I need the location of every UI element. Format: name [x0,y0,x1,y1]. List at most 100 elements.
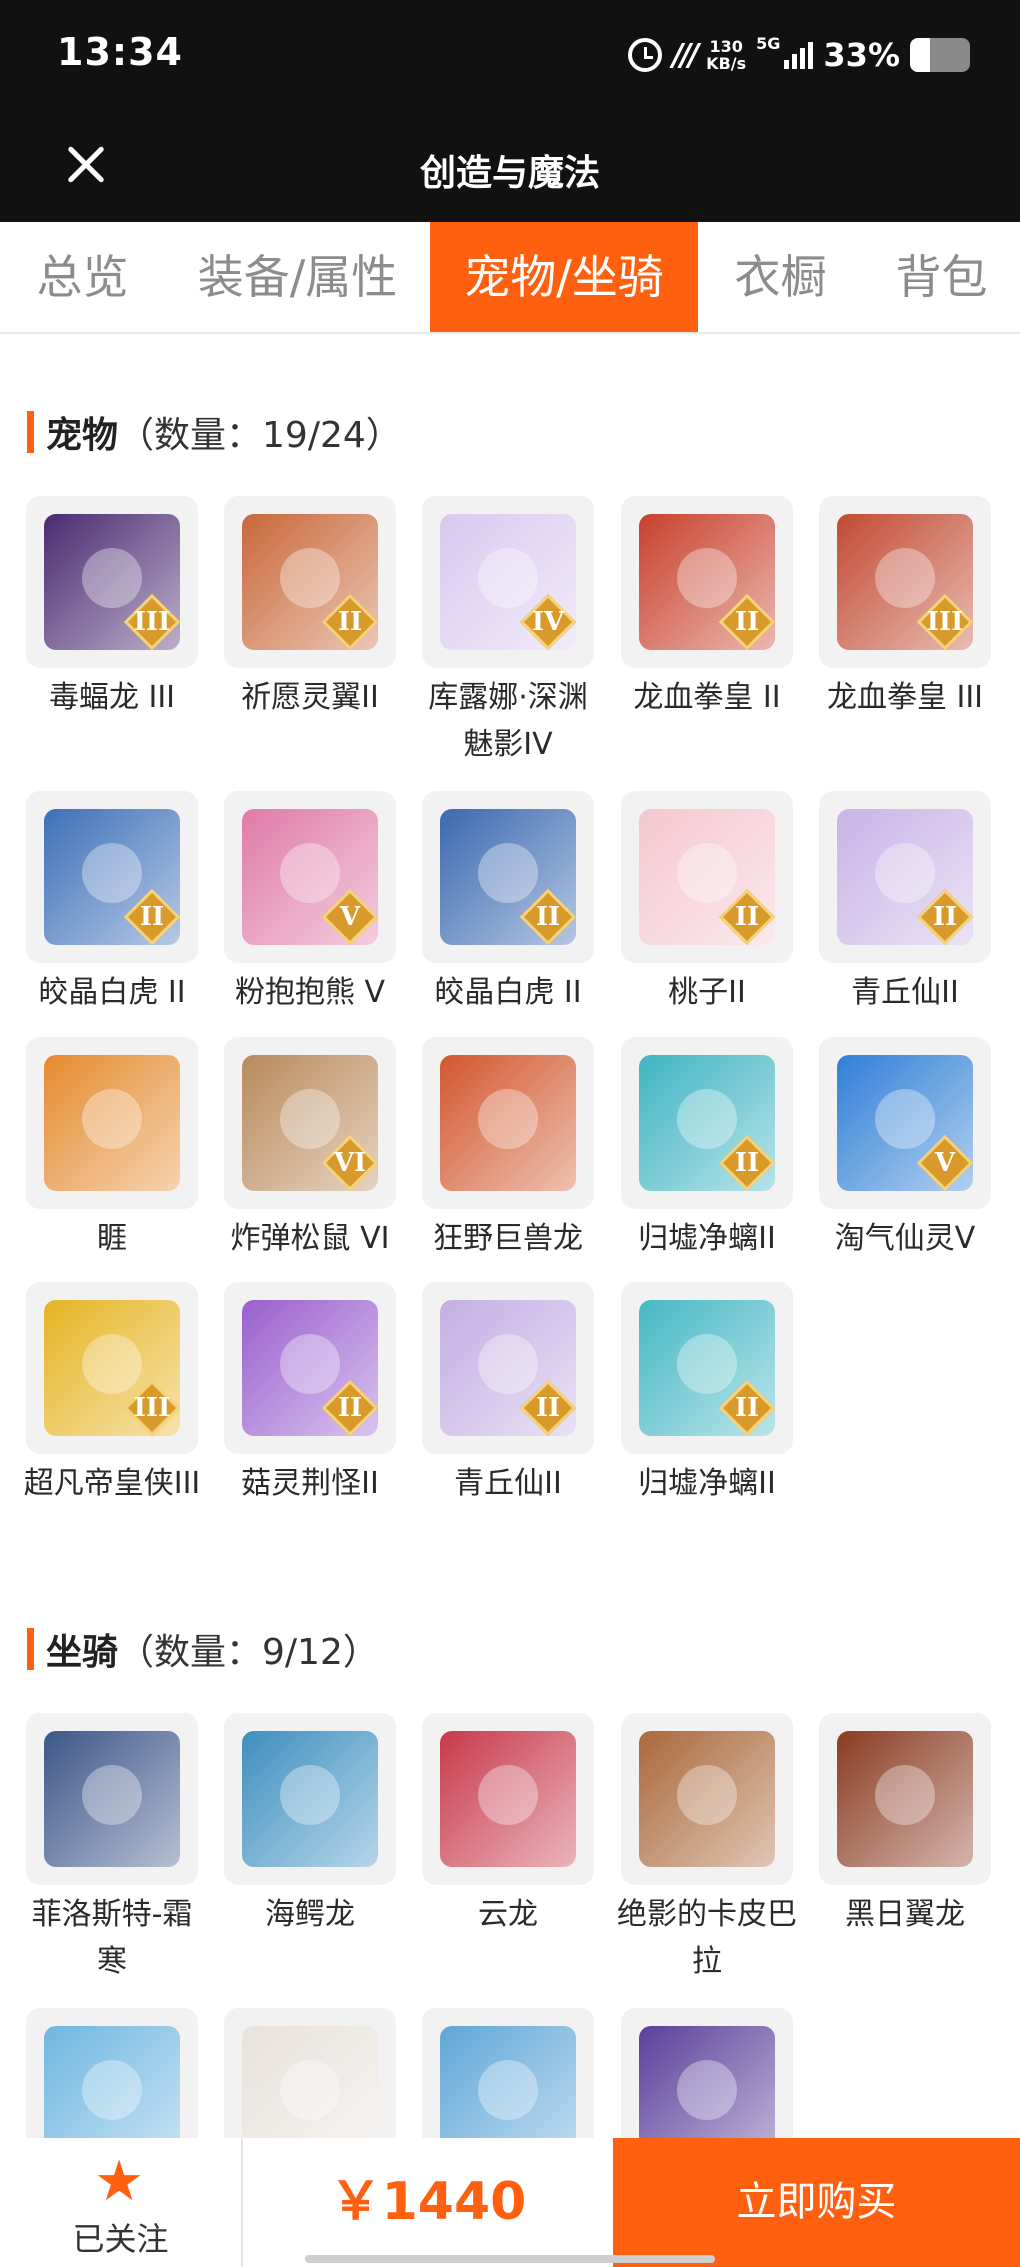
status-time: 13:34 [57,30,183,74]
tier-badge-icon: II [321,593,379,651]
mount-thumbnail [224,1713,396,1885]
pet-card[interactable]: V 淘气仙灵V [815,1037,995,1262]
nav-bar: 创造与魔法 [0,110,1020,222]
mount-image [44,1731,180,1867]
follow-button[interactable]: ★ 已关注 [0,2138,243,2267]
pet-card[interactable]: II 皎晶白虎 II [418,791,598,1016]
mount-thumbnail [422,1713,594,1885]
pet-image-highlight [82,1089,142,1149]
pet-name: 祈愿灵翼II [241,680,379,715]
section-marker [27,1628,34,1670]
mounts-section-title: 坐骑 （数量：9/12） [27,1626,379,1673]
mount-image-highlight [677,1765,737,1825]
pet-name: 炸弹松鼠 VI [230,1221,390,1256]
section-marker [27,411,34,453]
pet-thumbnail: III [26,496,198,668]
pet-card[interactable]: VI 炸弹松鼠 VI [220,1037,400,1262]
mount-card[interactable]: 菲洛斯特-霜寒 [22,1713,202,1985]
pet-card[interactable]: V 粉抱抱熊 V [220,791,400,1016]
pets-count: （数量：19/24） [118,415,402,456]
mount-card[interactable]: 海鳄龙 [220,1713,400,1938]
tier-numeral: V [934,1148,956,1178]
mount-image-highlight [82,1765,142,1825]
mounts-count: （数量：9/12） [118,1632,379,1673]
tier-numeral: V [339,902,361,932]
pet-image-highlight [478,1089,538,1149]
mount-image [242,1731,378,1867]
network-speed: 130 KB/s [706,38,746,72]
tab-wardrobe[interactable]: 衣橱 [698,222,863,332]
mount-thumbnail [819,1713,991,1885]
home-indicator [305,2255,715,2263]
tab-pets-mounts[interactable]: 宠物/坐骑 [430,222,698,332]
mount-card[interactable]: 云龙 [418,1713,598,1938]
pet-thumbnail: V [224,791,396,963]
pet-card[interactable]: II 皎晶白虎 II [22,791,202,1016]
tab-backpack[interactable]: 背包 [863,222,1020,332]
pet-card[interactable]: II 青丘仙II [418,1282,598,1507]
mount-image [639,1731,775,1867]
tier-badge-icon: II [718,1379,776,1437]
tier-badge-icon: II [519,1379,577,1437]
tier-numeral: IV [531,607,565,637]
pet-thumbnail: IV [422,496,594,668]
pet-name: 青丘仙II [851,975,959,1010]
pet-name: 龙血拳皇 II [633,680,781,715]
pet-name: 超凡帝皇侠III [23,1466,201,1501]
pet-name: 狂野巨兽龙 [433,1221,583,1256]
tier-badge-icon: II [321,1379,379,1437]
pet-card[interactable]: II 龙血拳皇 II [617,496,797,721]
tier-numeral: II [535,1393,561,1423]
pet-name: 淘气仙灵V [834,1221,976,1256]
mount-name: 绝影的卡皮巴拉 [617,1897,797,1979]
pet-thumbnail: II [819,791,991,963]
tier-badge-icon: IV [519,593,577,651]
pet-name: 皎晶白虎 II [38,975,186,1010]
pet-card[interactable]: II 桃子II [617,791,797,1016]
pets-section-title: 宠物 （数量：19/24） [27,409,402,456]
tab-overview[interactable]: 总览 [0,222,165,332]
pet-name: 粉抱抱熊 V [234,975,386,1010]
pet-card[interactable]: III 超凡帝皇侠III [22,1282,202,1507]
pet-card[interactable]: II 青丘仙II [815,791,995,1016]
pet-name: 青丘仙II [454,1466,562,1501]
tier-badge-icon: V [321,888,379,946]
pet-thumbnail: V [819,1037,991,1209]
pet-card[interactable]: II 归墟净螭II [617,1037,797,1262]
tier-badge-icon: II [123,888,181,946]
buy-now-button[interactable]: 立即购买 [613,2138,1020,2267]
tier-numeral: III [133,1393,171,1423]
pet-card[interactable]: II 祈愿灵翼II [220,496,400,721]
pet-card[interactable]: 睚 [22,1037,202,1262]
pet-name: 归墟净螭II [638,1466,776,1501]
pet-thumbnail: II [621,496,793,668]
pet-name: 库露娜·深渊魅影IV [428,680,588,762]
pet-name: 皎晶白虎 II [434,975,582,1010]
pet-card[interactable]: III 毒蝠龙 III [22,496,202,721]
battery-icon [910,38,970,72]
pet-name: 归墟净螭II [638,1221,776,1256]
status-bar: 13:34 /// 130 KB/s 5G 33% [0,0,1020,110]
pet-card[interactable]: II 菇灵荆怪II [220,1282,400,1507]
mount-thumbnail [621,1713,793,1885]
mount-image-highlight [677,2060,737,2120]
mi-icon: /// [672,37,699,73]
tier-numeral: III [133,607,171,637]
tab-equipment[interactable]: 装备/属性 [165,222,430,332]
pet-name: 睚 [97,1221,127,1256]
tier-badge-icon: II [916,888,974,946]
mounts-title: 坐骑 [46,1632,119,1673]
tier-numeral: II [734,902,760,932]
mount-image [440,1731,576,1867]
pet-card[interactable]: 狂野巨兽龙 [418,1037,598,1262]
pet-card[interactable]: II 归墟净螭II [617,1282,797,1507]
pet-name: 毒蝠龙 III [48,680,176,715]
mount-name: 菲洛斯特-霜寒 [31,1897,193,1979]
pet-card[interactable]: IV 库露娜·深渊魅影IV [418,496,598,768]
pet-card[interactable]: III 龙血拳皇 III [815,496,995,721]
mount-card[interactable]: 绝影的卡皮巴拉 [617,1713,797,1985]
pet-thumbnail: II [422,791,594,963]
pet-thumbnail [26,1037,198,1209]
mount-image [837,1731,973,1867]
mount-card[interactable]: 黑日翼龙 [815,1713,995,1938]
